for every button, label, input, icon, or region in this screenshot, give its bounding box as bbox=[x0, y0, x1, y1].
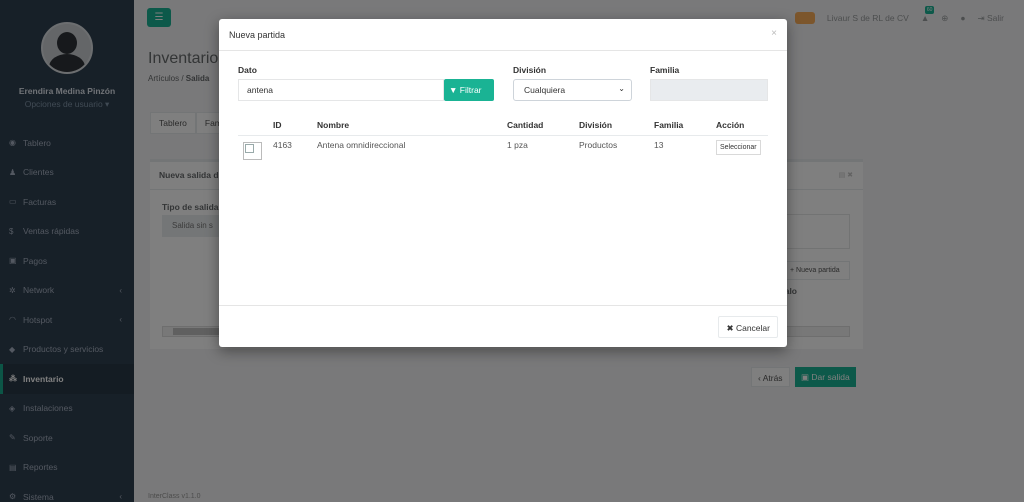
cell-division: Productos bbox=[579, 140, 618, 150]
familia-input bbox=[650, 79, 768, 101]
filter-button[interactable]: ▼ Filtrar bbox=[444, 79, 494, 101]
familia-label: Familia bbox=[650, 65, 680, 75]
modal-title: Nueva partida bbox=[229, 30, 286, 40]
modal-header: Nueva partida × bbox=[219, 19, 787, 51]
cell-cantidad: 1 pza bbox=[507, 140, 528, 150]
division-select-value: Cualquiera bbox=[524, 85, 566, 95]
select-button[interactable]: Seleccionar bbox=[716, 140, 761, 155]
cancel-label: Cancelar bbox=[735, 323, 770, 333]
cell-accion: Seleccionar bbox=[716, 136, 768, 165]
modal-footer: ✖ Cancelar bbox=[219, 305, 787, 347]
col-division: División bbox=[579, 115, 654, 136]
close-icon[interactable]: × bbox=[771, 28, 777, 39]
division-label: División bbox=[513, 65, 547, 75]
table-row: 4163 Antena omnidireccional 1 pza Produc… bbox=[238, 136, 768, 165]
cell-id: 4163 bbox=[273, 140, 292, 150]
col-id: ID bbox=[273, 115, 317, 136]
dato-input[interactable]: antena bbox=[238, 79, 444, 101]
close-icon: ✖ bbox=[726, 323, 736, 333]
col-nombre: Nombre bbox=[317, 115, 507, 136]
cell-image bbox=[238, 136, 273, 165]
product-image bbox=[243, 142, 262, 160]
chevron-down-icon: ⌄ bbox=[618, 84, 625, 93]
col-familia: Familia bbox=[654, 115, 716, 136]
division-select[interactable]: Cualquiera ⌄ bbox=[513, 79, 632, 101]
dato-label: Dato bbox=[238, 65, 257, 75]
cancel-button[interactable]: ✖ Cancelar bbox=[718, 316, 778, 338]
filter-icon: ▼ bbox=[449, 85, 458, 95]
cell-nombre: Antena omnidireccional bbox=[317, 140, 406, 150]
filter-label: Filtrar bbox=[459, 85, 482, 95]
col-image bbox=[238, 115, 273, 136]
table-header-row: ID Nombre Cantidad División Familia Acci… bbox=[238, 115, 768, 136]
col-accion: Acción bbox=[716, 115, 768, 136]
new-item-modal: Nueva partida × Dato antena ▼ Filtrar Di… bbox=[219, 19, 787, 347]
col-cantidad: Cantidad bbox=[507, 115, 579, 136]
results-table: ID Nombre Cantidad División Familia Acci… bbox=[238, 115, 768, 164]
cell-familia: 13 bbox=[654, 140, 664, 150]
